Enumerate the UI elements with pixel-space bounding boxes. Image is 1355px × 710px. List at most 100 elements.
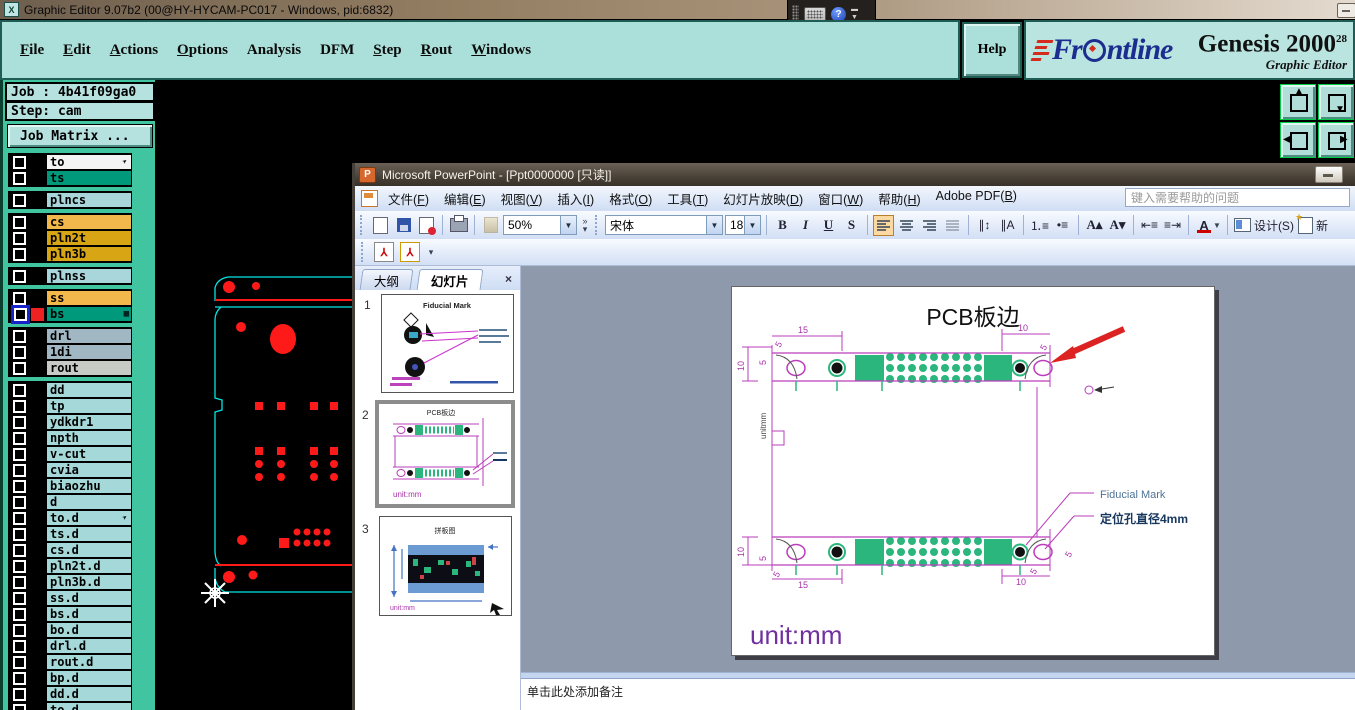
notes-pane[interactable]: 单击此处添加备注 [521, 678, 1355, 710]
layer-visibility-checkbox[interactable] [13, 511, 26, 525]
langbar-controls[interactable]: ▬ ▼ [851, 6, 858, 21]
layer-visibility-checkbox[interactable] [13, 345, 26, 359]
layer-name[interactable]: bs.d [47, 607, 131, 621]
increase-font-button[interactable]: A▴ [1084, 215, 1105, 236]
layer-row[interactable]: to.d ➤ [9, 510, 131, 526]
layer-name[interactable]: v-cut [47, 447, 131, 461]
layer-name[interactable]: drl [47, 329, 131, 343]
layer-visibility-checkbox[interactable] [13, 247, 26, 261]
print-button[interactable] [448, 215, 469, 236]
layer-visibility-checkbox[interactable] [13, 171, 26, 185]
slide-2-thumbnail[interactable]: PCB板边 unit:mm [375, 400, 515, 508]
pan-up-button[interactable]: ▲ [1280, 84, 1316, 120]
layer-name[interactable]: to.d ➤ [47, 511, 131, 525]
layer-name[interactable]: cvia [47, 463, 131, 477]
line-spacing-button[interactable]: ∥↕ [974, 215, 995, 236]
toolbar-grip[interactable] [360, 215, 366, 235]
layer-visibility-checkbox[interactable] [13, 329, 26, 343]
ppt-help-input[interactable]: 键入需要帮助的问题 [1125, 188, 1350, 207]
layer-row[interactable]: pln3b [9, 246, 131, 262]
job-matrix-button[interactable]: Job Matrix ... [7, 124, 153, 148]
layer-row[interactable]: ydkdr1 [9, 414, 131, 430]
layer-visibility-checkbox[interactable] [13, 543, 26, 557]
layer-visibility-checkbox[interactable] [13, 591, 26, 605]
layer-name[interactable]: dd.d [47, 687, 131, 701]
layer-row[interactable]: d [9, 494, 131, 510]
layer-row[interactable]: dd [9, 382, 131, 398]
slide[interactable]: PCB板边 15 10 5 5 10 5 10 5 15 5 10 5 5 un… [731, 286, 1215, 656]
layer-name[interactable]: pln2t [47, 231, 131, 245]
genesis-menu-rout[interactable]: Rout [421, 42, 453, 59]
layer-name[interactable]: rout [47, 361, 131, 375]
layer-name[interactable]: ydkdr1 [47, 415, 131, 429]
layer-name[interactable]: to ➤ [47, 155, 131, 169]
ppt-menu-item[interactable]: 格式(O) [609, 189, 652, 208]
layer-row[interactable]: ss.d [9, 590, 131, 606]
layer-row[interactable]: cvia [9, 462, 131, 478]
layer-row[interactable]: bp.d [9, 670, 131, 686]
layer-visibility-checkbox[interactable] [13, 215, 26, 229]
layer-name[interactable]: plnss [47, 269, 131, 283]
layer-name[interactable]: bo.d [47, 623, 131, 637]
layer-name[interactable]: pln3b.d [47, 575, 131, 589]
align-left-button[interactable] [873, 214, 894, 236]
layer-row[interactable]: pln2t [9, 230, 131, 246]
layer-name[interactable]: plncs [47, 193, 131, 207]
layer-visibility-checkbox[interactable] [13, 687, 26, 701]
layer-visibility-checkbox[interactable] [13, 231, 26, 245]
layer-row[interactable]: ss [9, 290, 131, 306]
ppt-menu-item[interactable]: 幻灯片放映(D) [723, 189, 803, 208]
layer-row[interactable]: cs [9, 214, 131, 230]
char-spacing-button[interactable]: ∥A [997, 215, 1018, 236]
layer-row[interactable]: pln3b.d [9, 574, 131, 590]
layer-visibility-checkbox[interactable] [13, 383, 26, 397]
layer-visibility-checkbox[interactable] [13, 671, 26, 685]
italic-button[interactable]: I [795, 215, 816, 236]
help-menu[interactable]: Help [962, 22, 1022, 78]
layer-visibility-checkbox[interactable] [13, 269, 26, 283]
layer-row[interactable]: v-cut [9, 446, 131, 462]
layer-visibility-checkbox[interactable] [13, 291, 26, 305]
layer-visibility-checkbox[interactable] [13, 399, 26, 413]
genesis-menu-actions[interactable]: Actions [110, 42, 158, 59]
layer-row[interactable]: npth [9, 430, 131, 446]
genesis-menu-edit[interactable]: Edit [63, 42, 91, 59]
layer-visibility-checkbox[interactable] [13, 607, 26, 621]
permission-button[interactable] [416, 215, 437, 236]
tab-outline[interactable]: 大纲 [359, 269, 414, 290]
layer-row[interactable]: drl [9, 328, 131, 344]
ppt-menu-item[interactable]: 视图(V) [501, 189, 543, 208]
ppt-menu-item[interactable]: Adobe PDF(B) [936, 189, 1017, 208]
layer-row[interactable]: plncs [9, 192, 131, 208]
layer-visibility-checkbox[interactable] [13, 527, 26, 541]
decrease-indent-button[interactable]: ⇤≡ [1139, 215, 1160, 236]
distribute-button[interactable] [942, 215, 963, 236]
layer-name[interactable]: bs ▦ [47, 307, 131, 321]
layer-name[interactable]: pln3b [47, 247, 131, 261]
layer-row[interactable]: bs ▦ [9, 306, 131, 322]
ppt-menu-item[interactable]: 帮助(H) [878, 189, 920, 208]
convert-to-pdf-button[interactable]: ⅄ [373, 242, 395, 263]
save-button[interactable] [393, 215, 414, 236]
underline-button[interactable]: U [818, 215, 839, 236]
layer-name[interactable]: rout.d [47, 655, 131, 669]
layer-name[interactable]: drl.d [47, 639, 131, 653]
genesis-menu-file[interactable]: File [20, 42, 44, 59]
layer-visibility-checkbox[interactable] [13, 447, 26, 461]
genesis-menu-analysis[interactable]: Analysis [247, 42, 301, 59]
layer-name[interactable]: bp.d [47, 671, 131, 685]
layer-row[interactable]: rout.d [9, 654, 131, 670]
ppt-menu-item[interactable]: 编辑(E) [444, 189, 486, 208]
font-combo[interactable]: 宋体 ▼ [605, 215, 723, 235]
layer-visibility-checkbox[interactable] [13, 703, 26, 710]
layer-row[interactable]: pln2t.d [9, 558, 131, 574]
toolbar-grip2[interactable] [595, 215, 601, 235]
layer-visibility-checkbox[interactable] [13, 559, 26, 573]
layer-name[interactable]: ss.d [47, 591, 131, 605]
layer-name[interactable]: cs.d [47, 543, 131, 557]
layer-visibility-checkbox[interactable] [13, 193, 26, 207]
layer-row[interactable]: tp [9, 398, 131, 414]
layer-visibility-checkbox[interactable] [13, 639, 26, 653]
layer-row[interactable]: rout [9, 360, 131, 376]
minimize-button[interactable] [1337, 3, 1355, 18]
